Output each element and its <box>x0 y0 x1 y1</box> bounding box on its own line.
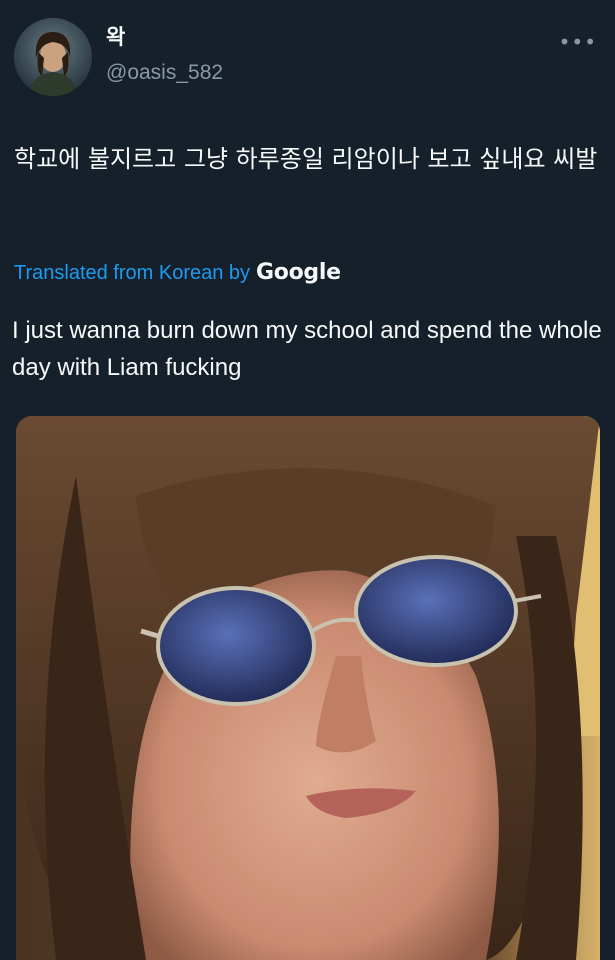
translated-label: Translated from Korean by <box>14 262 251 284</box>
tweet-card: 왁 @oasis_582 ••• 학교에 불지르고 그냥 하루종일 리암이나 보… <box>0 0 615 960</box>
more-options-icon[interactable]: ••• <box>559 30 597 54</box>
user-handle[interactable]: @oasis_582 <box>106 60 223 86</box>
translation-attribution[interactable]: Translated from Korean by Google <box>14 258 341 288</box>
tweet-media-image[interactable] <box>16 416 600 960</box>
avatar[interactable] <box>14 18 92 96</box>
google-logo: Google <box>256 260 341 285</box>
tweet-original-text: 학교에 불지르고 그냥 하루종일 리암이나 보고 싶내요 씨발 <box>14 145 598 173</box>
tweet-translated-text: I just wanna burn down my school and spe… <box>12 317 602 381</box>
display-name[interactable]: 왁 <box>106 24 125 50</box>
photo-icon <box>16 416 600 960</box>
profile-photo-icon <box>14 18 92 96</box>
